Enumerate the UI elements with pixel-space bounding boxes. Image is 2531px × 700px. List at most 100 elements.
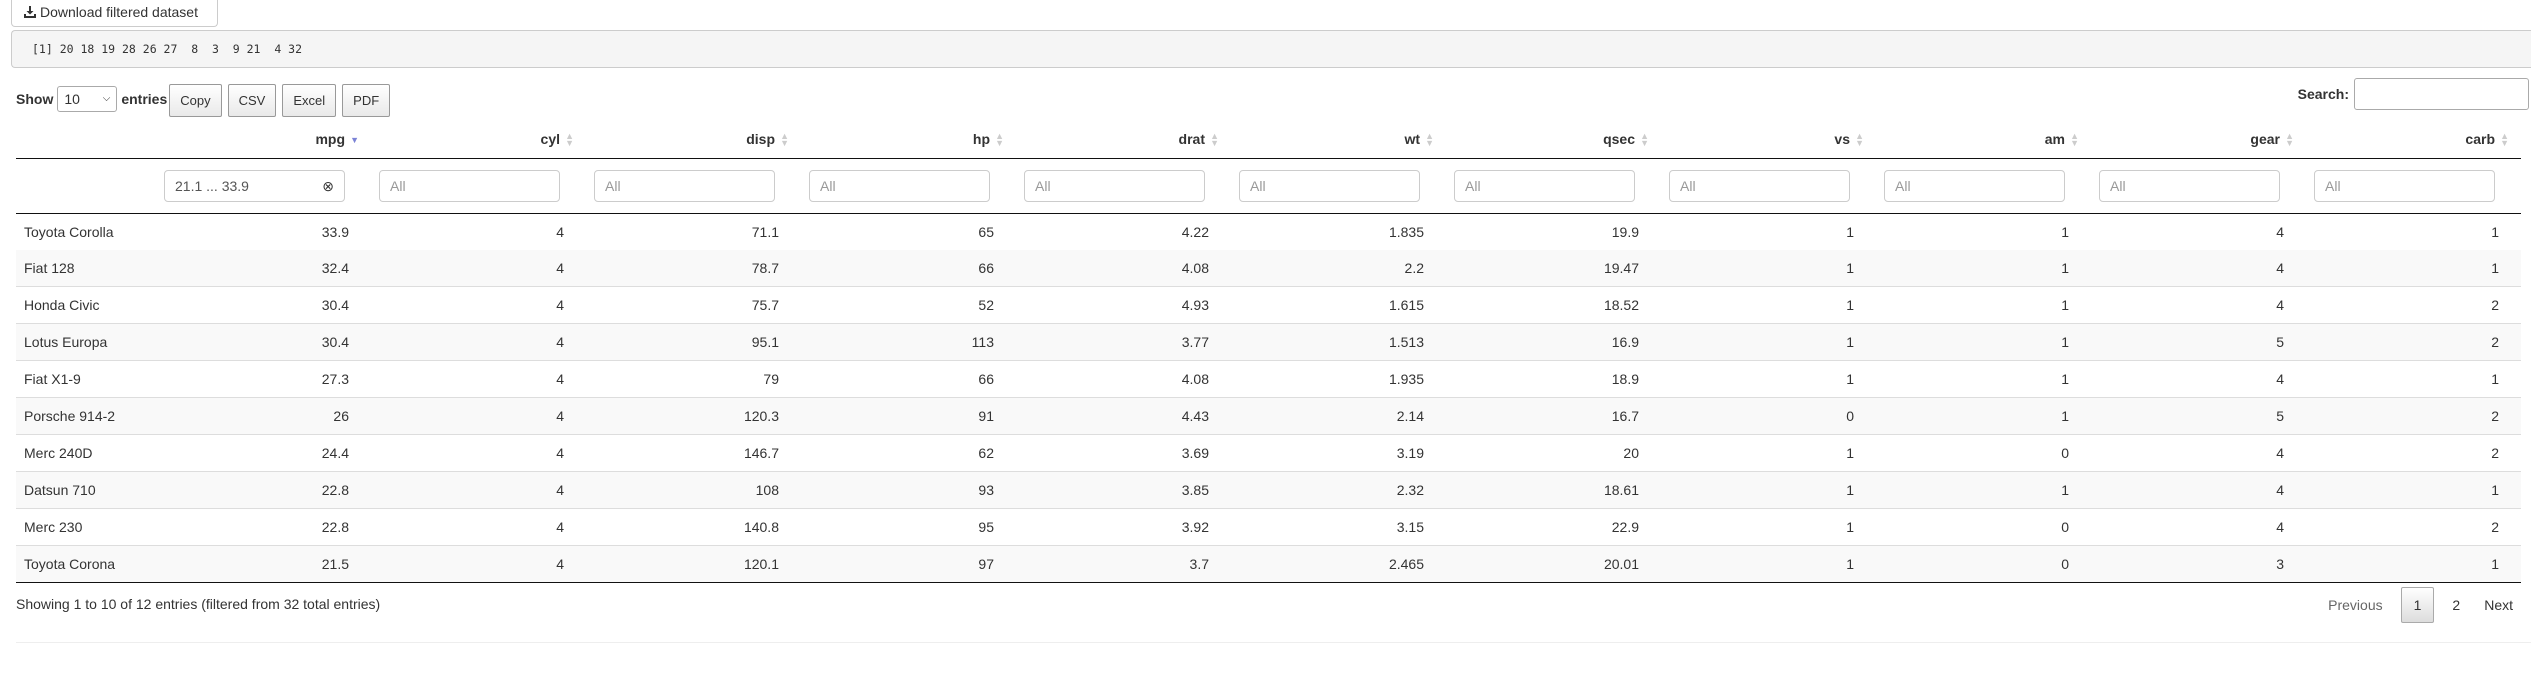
header-qsec[interactable]: qsec ▲ ▼: [1446, 120, 1661, 159]
table-row[interactable]: Lotus Europa 30.4 4 95.1 113 3.77 1.513 16.9 1 1 5…: [16, 323, 2521, 361]
table-row[interactable]: Fiat 128 32.4 4 78.7 66 4.08 2.2 19.47 1 1 4 1: [16, 250, 2521, 287]
filter-input-qsec[interactable]: All: [1454, 170, 1635, 202]
header-row: mpg ▼ cyl ▲ ▼ disp ▲ ▼ hp ▲ ▼ drat ▲ ▼ wt ▲ ▼ qsec ▲ ▼ vs ▲ ▼ a…: [16, 120, 2521, 159]
filter-input-vs[interactable]: All: [1669, 170, 1850, 202]
cell-cyl: 4: [371, 508, 586, 546]
row-name-cell: Fiat X1-9: [16, 360, 156, 398]
table-info: Showing 1 to 10 of 12 entries (filtered …: [16, 596, 381, 612]
cell-cyl: 4: [371, 545, 586, 583]
cell-disp: 79: [586, 360, 801, 398]
table-row[interactable]: Toyota Corona 21.5 4 120.1 97 3.7 2.465 20.01 1 0…: [16, 545, 2521, 583]
cell-mpg: 27.3: [156, 360, 371, 398]
sort-icon: ▲ ▼: [1855, 131, 1864, 149]
cell-am: 0: [1876, 545, 2091, 583]
filter-placeholder: All: [1680, 178, 1696, 194]
filter-placeholder: All: [2325, 178, 2341, 194]
cell-hp: 65: [801, 213, 1016, 250]
table-row[interactable]: Merc 240D 24.4 4 146.7 62 3.69 3.19 20 1 0 4 2: [16, 434, 2521, 472]
entries-select[interactable]: 10 ⌵: [57, 85, 118, 112]
header-rownames[interactable]: [16, 120, 156, 159]
column-label: gear: [2250, 130, 2280, 147]
filter-input-am[interactable]: All: [1884, 170, 2065, 202]
header-hp[interactable]: hp ▲ ▼: [801, 120, 1016, 159]
header-vs[interactable]: vs ▲ ▼: [1661, 120, 1876, 159]
next-page-button[interactable]: Next: [2472, 588, 2525, 622]
cell-cyl: 4: [371, 434, 586, 472]
cell-cyl: 4: [371, 286, 586, 324]
table-row[interactable]: Honda Civic 30.4 4 75.7 52 4.93 1.615 18.52 1 1 4 2: [16, 286, 2521, 324]
filter-placeholder: All: [1035, 178, 1051, 194]
header-cyl[interactable]: cyl ▲ ▼: [371, 120, 586, 159]
table-row[interactable]: Datsun 710 22.8 4 108 93 3.85 2.32 18.61 1 1 4 1: [16, 471, 2521, 509]
excel-button[interactable]: Excel: [282, 84, 337, 117]
filter-input-gear[interactable]: All: [2099, 170, 2280, 202]
sort-icon: ▲ ▼: [780, 131, 789, 149]
cell-wt: 1.935: [1231, 360, 1446, 398]
cell-gear: 3: [2091, 545, 2306, 583]
filter-input-cyl[interactable]: All: [379, 170, 560, 202]
cell-carb: 1: [2306, 360, 2521, 398]
row-name-cell: Merc 230: [16, 508, 156, 546]
cell-am: 1: [1876, 250, 2091, 287]
filter-cell-wt: All: [1231, 158, 1446, 214]
show-label: Show: [16, 90, 54, 107]
header-mpg[interactable]: mpg ▼: [156, 120, 371, 159]
filter-placeholder: All: [820, 178, 836, 194]
cell-vs: 1: [1661, 286, 1876, 324]
cell-qsec: 20: [1446, 434, 1661, 472]
filter-cell-gear: All: [2091, 158, 2306, 214]
download-button-label: Download filtered dataset: [40, 4, 198, 20]
cell-gear: 4: [2091, 286, 2306, 324]
cell-drat: 4.22: [1016, 213, 1231, 250]
filter-input-hp[interactable]: All: [809, 170, 990, 202]
table-row[interactable]: Porsche 914-2 26 4 120.3 91 4.43 2.14 16.7 0 1 5 2: [16, 397, 2521, 435]
previous-page-button[interactable]: Previous: [2316, 588, 2394, 622]
column-label: hp: [972, 130, 990, 147]
row-name-cell: Datsun 710: [16, 471, 156, 509]
csv-button[interactable]: CSV: [227, 84, 277, 117]
cell-disp: 95.1: [586, 323, 801, 361]
clear-filter-icon[interactable]: ⊗: [322, 178, 334, 195]
cell-drat: 4.43: [1016, 397, 1231, 435]
cell-vs: 1: [1661, 323, 1876, 361]
cell-am: 0: [1876, 434, 2091, 472]
table-row[interactable]: Merc 230 22.8 4 140.8 95 3.92 3.15 22.9 1 0 4 2: [16, 508, 2521, 546]
cell-drat: 3.92: [1016, 508, 1231, 546]
header-am[interactable]: am ▲ ▼: [1876, 120, 2091, 159]
header-drat[interactable]: drat ▲ ▼: [1016, 120, 1231, 159]
header-gear[interactable]: gear ▲ ▼: [2091, 120, 2306, 159]
cell-cyl: 4: [371, 471, 586, 509]
filter-cell-qsec: All: [1446, 158, 1661, 214]
copy-button[interactable]: Copy: [169, 84, 222, 117]
pdf-button[interactable]: PDF: [342, 84, 391, 117]
table-row[interactable]: Fiat X1-9 27.3 4 79 66 4.08 1.935 18.9 1 1 4 1: [16, 360, 2521, 398]
cell-gear: 4: [2091, 250, 2306, 287]
cell-drat: 4.08: [1016, 360, 1231, 398]
cell-mpg: 22.8: [156, 471, 371, 509]
page-2-button[interactable]: 2: [2440, 588, 2472, 622]
cell-mpg: 32.4: [156, 250, 371, 287]
header-carb[interactable]: carb ▲ ▼: [2306, 120, 2521, 159]
sort-icon: ▲ ▼: [2500, 131, 2509, 149]
filter-input-drat[interactable]: All: [1024, 170, 1205, 202]
filter-input-wt[interactable]: All: [1239, 170, 1420, 202]
filter-input-carb[interactable]: All: [2314, 170, 2495, 202]
search-input[interactable]: [2354, 78, 2529, 110]
cell-am: 1: [1876, 360, 2091, 398]
filter-cell-hp: All: [801, 158, 1016, 214]
row-name-cell: Toyota Corolla: [16, 213, 156, 250]
cell-wt: 1.835: [1231, 213, 1446, 250]
filter-cell-carb: All: [2306, 158, 2521, 214]
cell-disp: 71.1: [586, 213, 801, 250]
filter-input-disp[interactable]: All: [594, 170, 775, 202]
header-disp[interactable]: disp ▲ ▼: [586, 120, 801, 159]
cell-cyl: 4: [371, 323, 586, 361]
sort-icon: ▲ ▼: [1425, 131, 1434, 149]
table-row[interactable]: Toyota Corolla 33.9 4 71.1 65 4.22 1.835 19.9 1 1…: [16, 213, 2521, 250]
page-1-button[interactable]: 1: [2400, 587, 2435, 623]
cell-disp: 120.3: [586, 397, 801, 435]
download-filtered-dataset-button[interactable]: Download filtered dataset: [11, 0, 218, 27]
data-table: mpg ▼ cyl ▲ ▼ disp ▲ ▼ hp ▲ ▼ drat ▲ ▼ wt ▲ ▼ qsec ▲ ▼ vs ▲ ▼ a…: [16, 120, 2521, 583]
header-wt[interactable]: wt ▲ ▼: [1231, 120, 1446, 159]
filter-input-mpg[interactable]: 21.1 ... 33.9 ⊗: [164, 170, 345, 202]
